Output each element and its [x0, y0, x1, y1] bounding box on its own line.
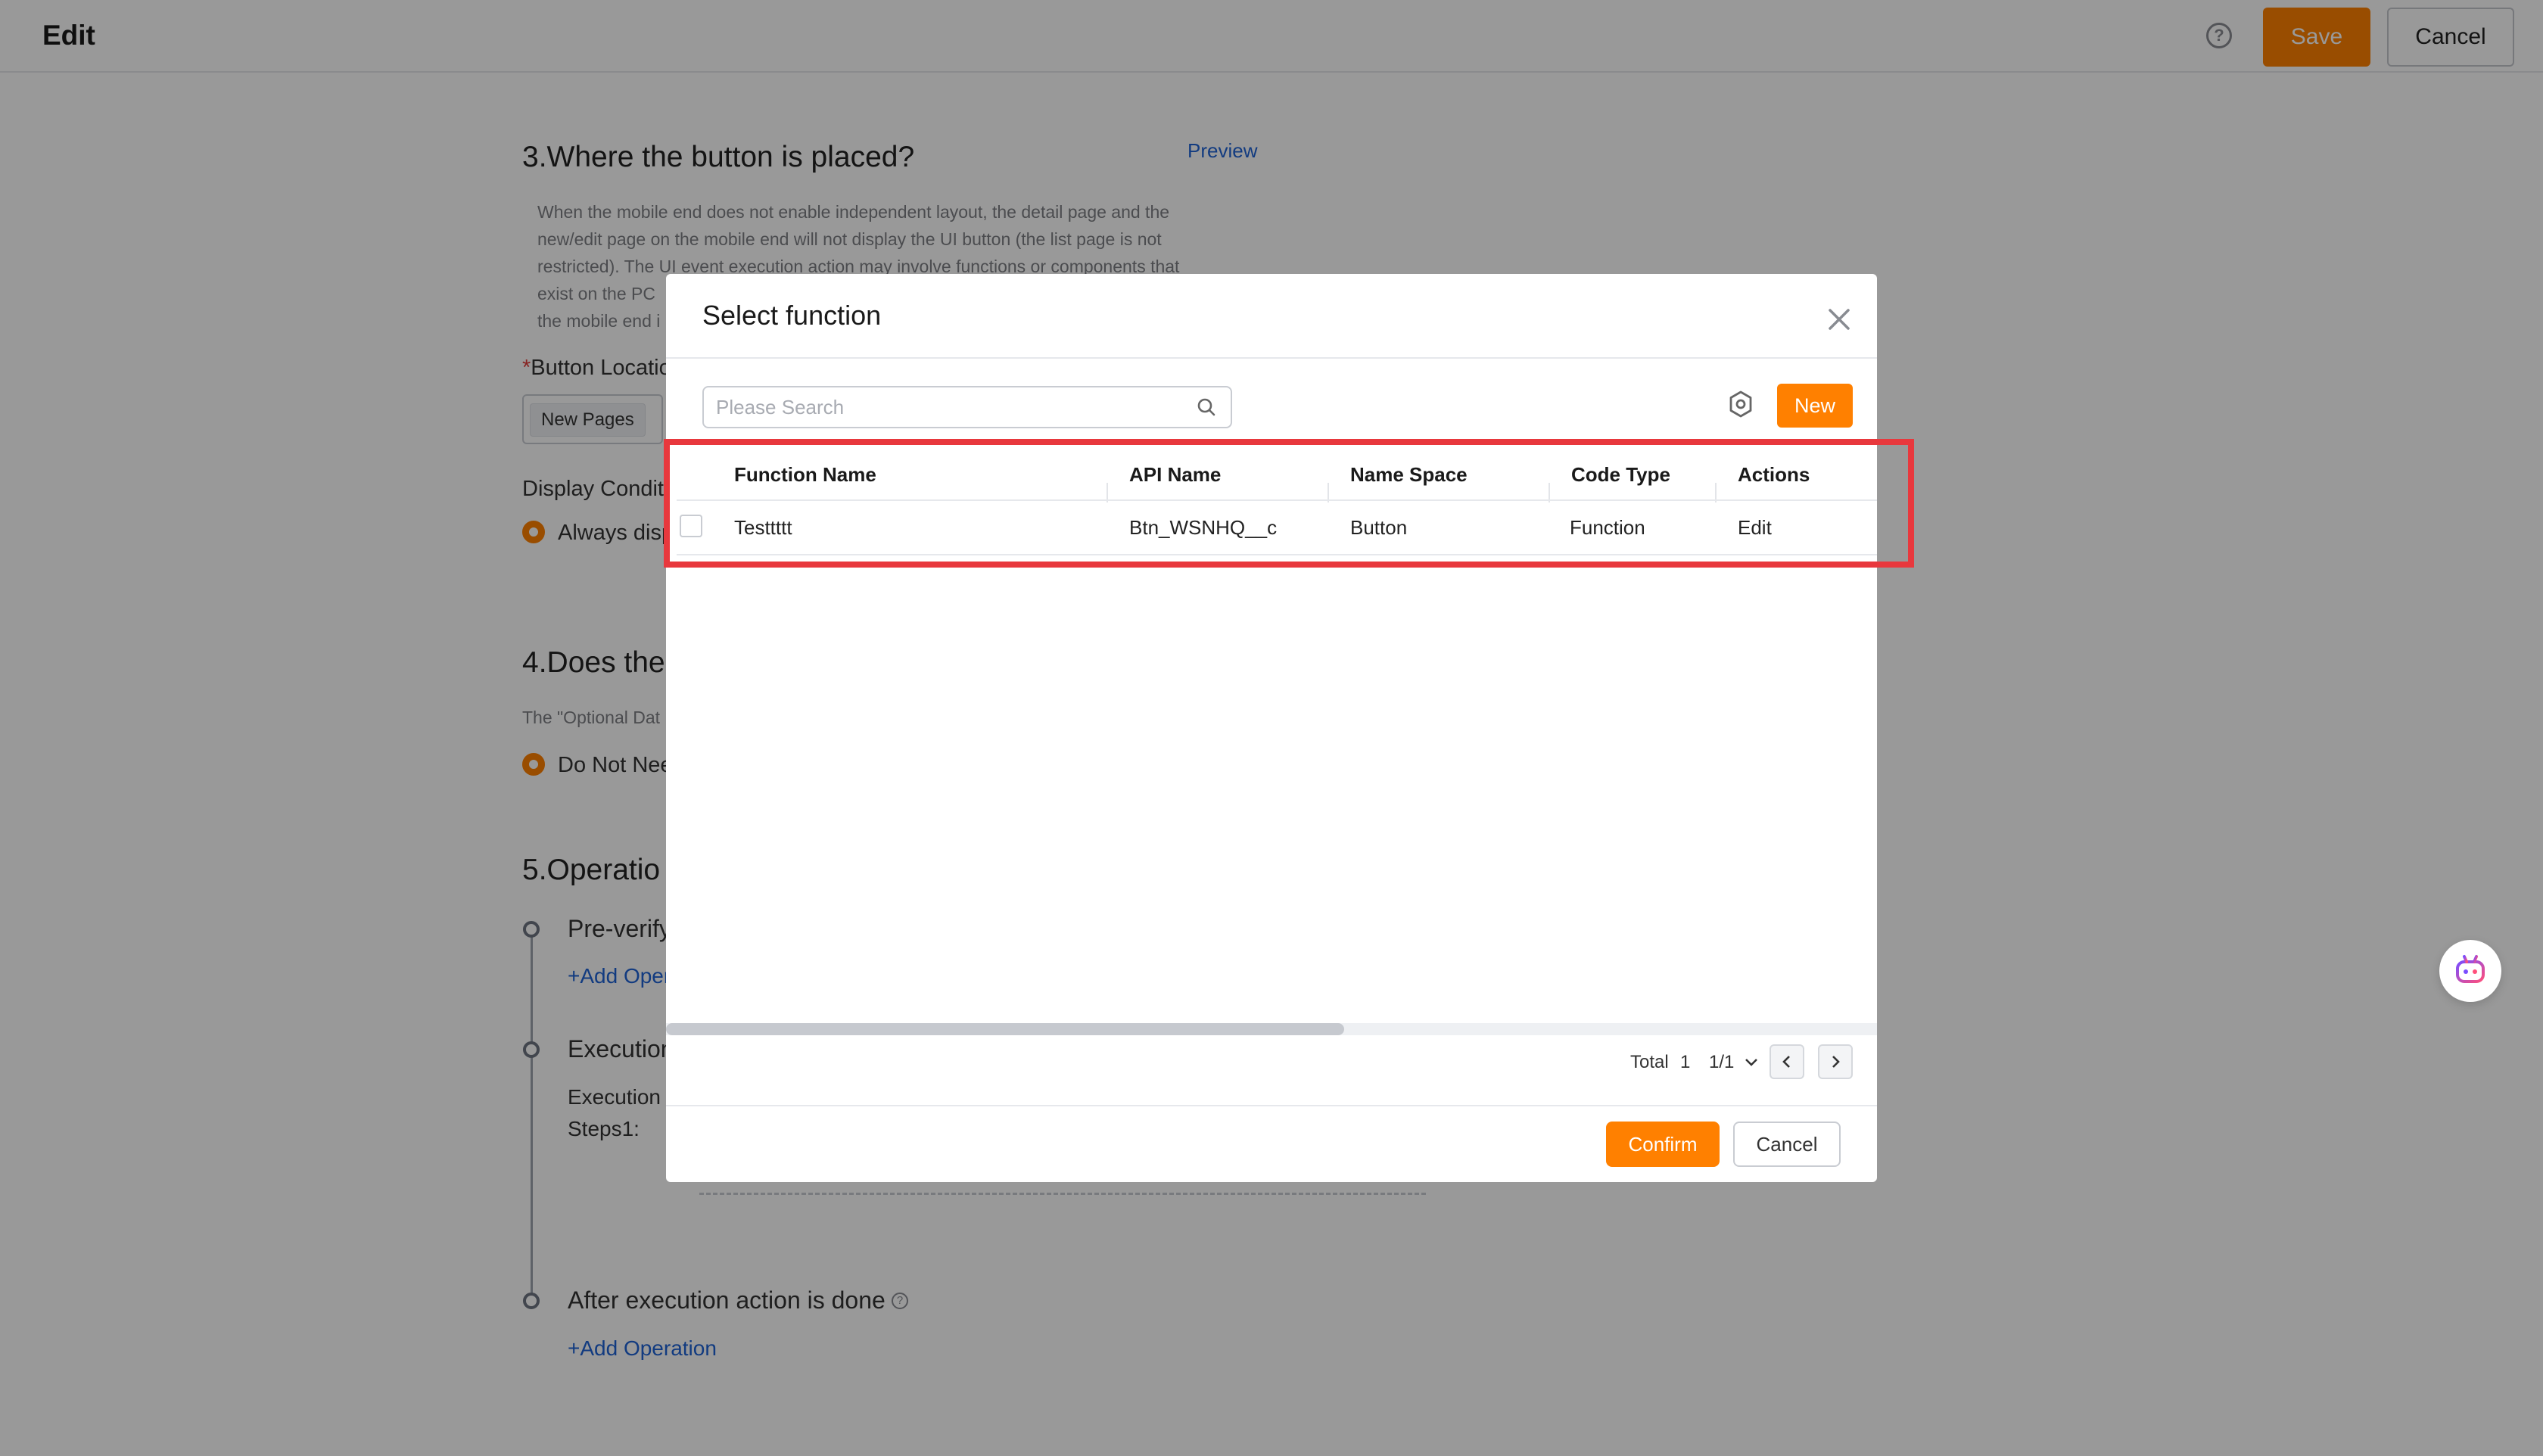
cancel-button[interactable]: Cancel [1733, 1122, 1841, 1167]
assistant-button[interactable] [2439, 940, 2501, 1002]
close-icon[interactable] [1824, 304, 1854, 334]
previous-page-button[interactable] [1770, 1044, 1804, 1079]
pagination-total-label: Total [1630, 1052, 1669, 1072]
divider [666, 357, 1877, 359]
dialog-title: Select function [702, 300, 882, 331]
robot-assistant-icon [2456, 955, 2485, 983]
settings-icon[interactable] [1726, 389, 1756, 419]
search-input[interactable] [702, 386, 1232, 428]
search-icon[interactable] [1196, 397, 1217, 418]
select-function-dialog: Select function New Function Name API Na… [666, 274, 1877, 1182]
confirm-button[interactable]: Confirm [1606, 1122, 1720, 1167]
horizontal-scrollbar-thumb[interactable] [666, 1023, 1344, 1035]
new-function-button[interactable]: New [1777, 384, 1853, 428]
chevron-right-icon [1832, 1056, 1840, 1068]
highlight-box [664, 439, 1914, 568]
chevron-down-icon [1745, 1059, 1757, 1066]
page-select[interactable]: 1/1 [1709, 1052, 1759, 1073]
footer-divider [666, 1105, 1877, 1106]
next-page-button[interactable] [1818, 1044, 1853, 1079]
pagination-total-value: 1 [1680, 1052, 1691, 1072]
chevron-left-icon [1782, 1056, 1790, 1068]
